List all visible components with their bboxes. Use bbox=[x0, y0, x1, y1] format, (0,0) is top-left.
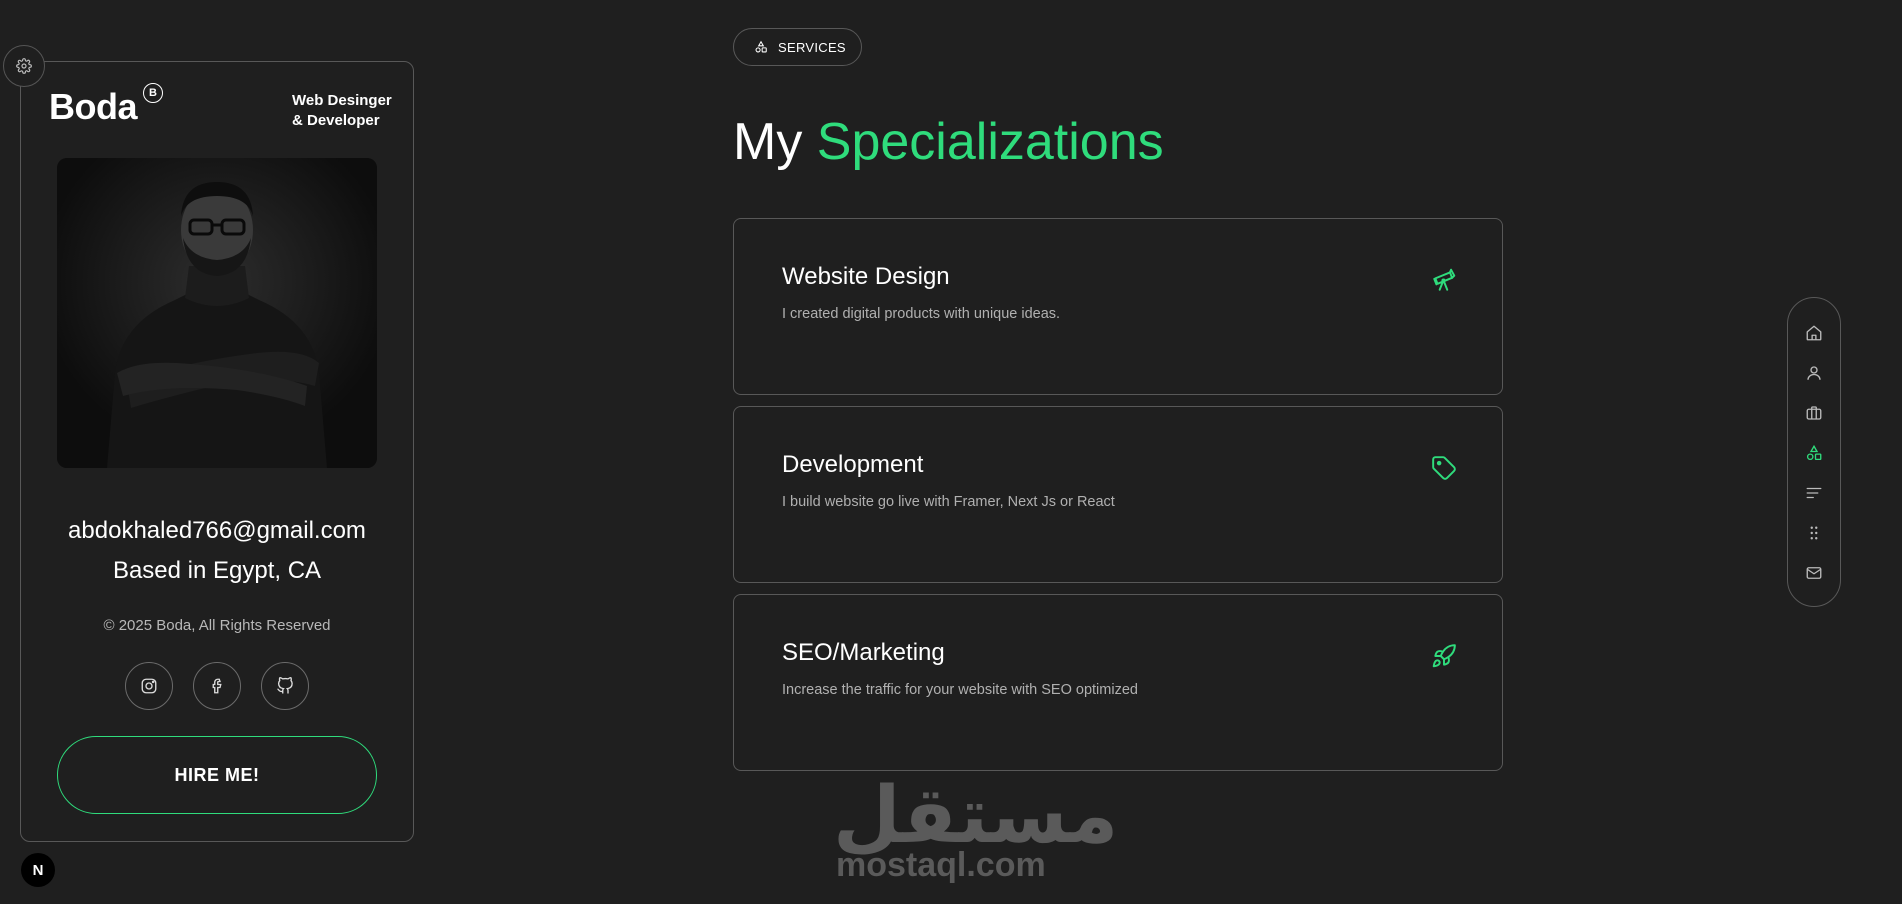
nav-services[interactable] bbox=[1788, 438, 1840, 468]
nav-skills[interactable] bbox=[1788, 478, 1840, 508]
nav-home[interactable] bbox=[1788, 318, 1840, 348]
rocket-icon bbox=[1431, 643, 1457, 669]
briefcase-icon bbox=[1805, 404, 1823, 422]
page-title-accent: Specializations bbox=[816, 113, 1164, 171]
service-title: Website Design bbox=[782, 263, 950, 290]
instagram-button[interactable] bbox=[125, 662, 173, 710]
nav-resume[interactable] bbox=[1788, 398, 1840, 428]
telescope-icon bbox=[1431, 267, 1457, 293]
mail-icon bbox=[1805, 564, 1823, 582]
page-title: My Specializations bbox=[733, 112, 1164, 172]
role-line-1: Web Desinger bbox=[292, 92, 392, 109]
nav-portfolio[interactable] bbox=[1788, 518, 1840, 548]
role-line-2: & Developer bbox=[292, 112, 380, 129]
service-card-development[interactable]: Development I build website go live with… bbox=[733, 406, 1503, 583]
tag-icon bbox=[1431, 455, 1457, 481]
services-pill-label: SERVICES bbox=[778, 39, 846, 55]
shapes-icon bbox=[1805, 444, 1823, 462]
logo-badge: B bbox=[143, 83, 163, 103]
settings-button[interactable] bbox=[3, 45, 45, 87]
user-icon bbox=[1805, 364, 1823, 382]
copyright-text: © 2025 Boda, All Rights Reserved bbox=[103, 617, 331, 634]
service-description: I build website go live with Framer, Nex… bbox=[782, 494, 1115, 510]
gear-icon bbox=[16, 58, 32, 74]
role-title: Web Desinger & Developer bbox=[292, 91, 402, 131]
github-icon bbox=[276, 677, 294, 695]
service-description: Increase the traffic for your website wi… bbox=[782, 682, 1138, 698]
location-text: Based in Egypt, CA bbox=[112, 557, 322, 584]
facebook-icon bbox=[208, 677, 226, 695]
right-nav bbox=[1787, 297, 1841, 607]
service-title: Development bbox=[782, 451, 924, 478]
email-address[interactable]: abdokhaled766@gmail.com bbox=[21, 517, 413, 545]
grid-dots-icon bbox=[1805, 524, 1823, 542]
services-pill: SERVICES bbox=[733, 28, 862, 66]
service-title: SEO/Marketing bbox=[782, 639, 945, 666]
logo[interactable]: Boda bbox=[49, 86, 138, 128]
framework-badge[interactable]: N bbox=[21, 853, 55, 887]
nav-about[interactable] bbox=[1788, 358, 1840, 388]
home-icon bbox=[1805, 324, 1823, 342]
facebook-button[interactable] bbox=[193, 662, 241, 710]
instagram-icon bbox=[140, 677, 158, 695]
service-description: I created digital products with unique i… bbox=[782, 306, 1061, 322]
align-left-icon bbox=[1805, 484, 1823, 502]
nav-contact[interactable] bbox=[1788, 558, 1840, 588]
shapes-icon bbox=[754, 40, 768, 54]
service-card-seo-marketing[interactable]: SEO/Marketing Increase the traffic for y… bbox=[733, 594, 1503, 771]
github-button[interactable] bbox=[261, 662, 309, 710]
service-card-website-design[interactable]: Website Design I created digital product… bbox=[733, 218, 1503, 395]
watermark-latin: mostaql.com bbox=[836, 846, 1046, 884]
page-title-plain: My bbox=[733, 113, 803, 171]
profile-card: Boda B Web Desinger & Developer abdokhal… bbox=[20, 61, 414, 842]
hire-me-button[interactable]: HIRE ME! bbox=[57, 736, 377, 814]
portrait-photo bbox=[57, 158, 377, 468]
